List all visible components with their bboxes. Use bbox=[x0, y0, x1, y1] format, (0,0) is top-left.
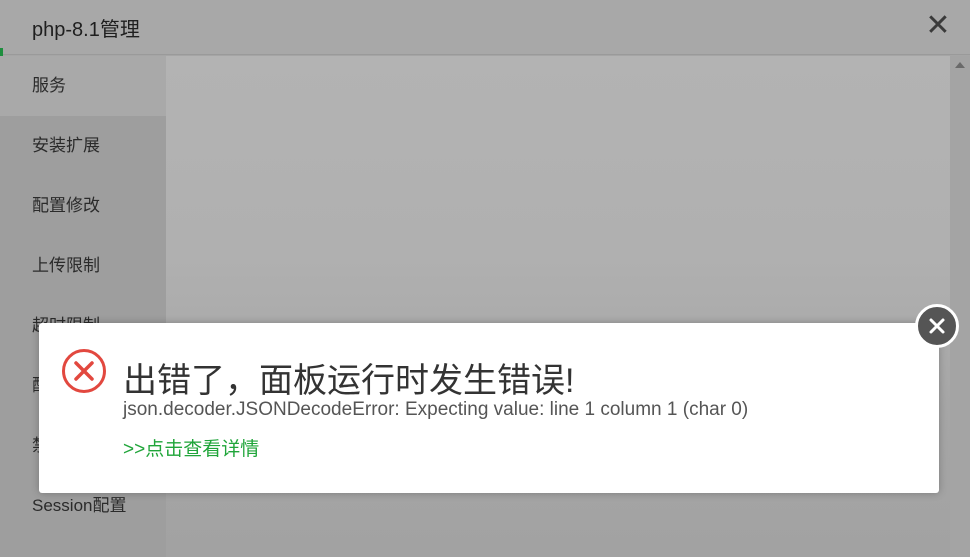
error-dialog: 出错了，面板运行时发生错误! json.decoder.JSONDecodeEr… bbox=[39, 323, 939, 493]
sidebar-item-install-extension[interactable]: 安装扩展 bbox=[0, 116, 166, 176]
sidebar-item-config-edit[interactable]: 配置修改 bbox=[0, 176, 166, 236]
sidebar-item-upload-limit[interactable]: 上传限制 bbox=[0, 236, 166, 296]
error-title: 出错了，面板运行时发生错误! bbox=[123, 362, 575, 400]
scroll-up-icon[interactable] bbox=[955, 62, 965, 68]
dialog-close-button[interactable] bbox=[915, 304, 959, 348]
error-message: json.decoder.JSONDecodeError: Expecting … bbox=[123, 399, 749, 420]
error-x-circle-icon bbox=[62, 349, 106, 393]
window-header: php-8.1管理 ✕ bbox=[0, 0, 970, 55]
window-title: php-8.1管理 bbox=[32, 19, 140, 41]
scrollbar[interactable] bbox=[950, 56, 970, 557]
view-details-link[interactable]: >>点击查看详情 bbox=[123, 434, 259, 461]
window-close-icon[interactable]: ✕ bbox=[924, 10, 952, 42]
close-icon bbox=[929, 318, 945, 334]
sidebar-item-service[interactable]: 服务 bbox=[0, 56, 166, 116]
